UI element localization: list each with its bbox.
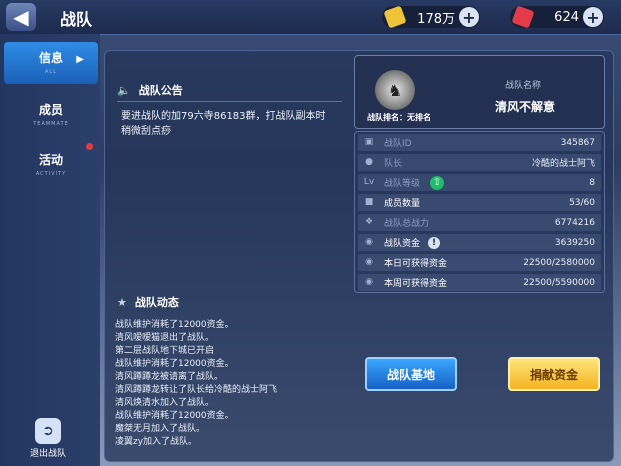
activity-entry: 第二层战队地下城已开启 (115, 346, 215, 356)
team-rank: 战队排名：无排名 (367, 113, 431, 122)
tab-activity-label: 活动 (38, 153, 63, 167)
stat-row-power: ❖ 战队总战力 6774216 (358, 214, 601, 231)
stat-label: 战队资金 (384, 239, 421, 249)
speaker-icon: 🔈 (117, 83, 131, 97)
main-panel: 🔈 战队公告 要进战队的加79六寺86183群，打战队副本时稍微刮点痧 ★ 战队… (104, 50, 614, 462)
chevron-right-icon: ▶ (76, 54, 84, 65)
gem-resource: 624 + (510, 5, 604, 29)
stat-value: 22500/2580000 (523, 257, 595, 268)
back-arrow-icon: ◀ (13, 5, 29, 29)
tab-members[interactable]: 成员 TEAMMATE (4, 94, 98, 136)
stat-label: 战队ID (384, 139, 412, 149)
stat-label: 成员数量 (384, 199, 421, 209)
stat-value: 8 (589, 177, 595, 188)
stat-label: 队长 (384, 159, 403, 169)
level-up-button[interactable]: ⇧ (430, 175, 445, 190)
donate-funds-button[interactable]: 捐献资金 (508, 357, 600, 391)
stat-label: 战队总战力 (384, 219, 430, 229)
tab-activity[interactable]: 活动 ACTIVITY (4, 144, 98, 186)
team-name: 清风不解意 (494, 100, 555, 114)
coins-icon: ◉ (365, 236, 373, 247)
person-icon: ● (365, 156, 373, 167)
stat-label: 本日可获得资金 (384, 259, 448, 269)
funds-info-icon[interactable]: ! (428, 236, 441, 249)
power-icon: ❖ (364, 216, 374, 227)
stat-value: 53/60 (569, 197, 595, 208)
stat-row-leader: ● 队长 冷酷的战士阿飞 (358, 154, 601, 171)
activity-entry: 魔桀无月加入了战队。 (115, 424, 206, 434)
coins-icon: ◉ (365, 276, 373, 287)
stat-label: 战队等级 (384, 179, 421, 189)
announcement-header: 🔈 战队公告 (117, 82, 183, 98)
tab-members-label: 成员 (38, 103, 63, 117)
activity-entry: 清风嗳嗳猫退出了战队。 (115, 333, 215, 343)
team-base-button[interactable]: 战队基地 (365, 357, 457, 391)
stat-value: 冷酷的战士阿飞 (531, 159, 595, 169)
stat-row-funds: ◉ 战队资金 ! 3639250 (358, 234, 601, 251)
team-emblem-icon: ♞ (375, 70, 415, 110)
gold-resource: 178万 + (382, 5, 480, 29)
activity-entry: 战队维护消耗了12000资金。 (115, 320, 234, 330)
activity-log: 战队维护消耗了12000资金。 清风嗳嗳猫退出了战队。 第二层战队地下城已开启 … (115, 319, 335, 449)
activity-entry: 战队维护消耗了12000资金。 (115, 411, 234, 421)
stat-value: 6774216 (554, 217, 595, 228)
announcement-divider (117, 101, 342, 102)
gold-amount: 178万 (417, 11, 455, 27)
announcement-title: 战队公告 (138, 84, 183, 97)
id-card-icon: ▣ (364, 136, 374, 147)
star-icon: ★ (117, 295, 127, 309)
exit-team-label: 退出战队 (29, 449, 66, 459)
activity-title: 战队动态 (134, 296, 179, 309)
activity-entry: 清风蹲蹲龙转让了队长给冷酷的战士阿飞 (115, 385, 278, 395)
tab-info-sub: ALL (45, 69, 57, 75)
stat-value: 345867 (560, 137, 595, 148)
activity-entry: 战队维护消耗了12000资金。 (115, 359, 234, 369)
exit-team-button[interactable]: ➲ 退出战队 (22, 418, 74, 459)
stat-value: 3639250 (554, 237, 595, 248)
top-bar: ◀ 战队 178万 + 624 + (0, 0, 621, 35)
team-stats: ▣ 战队ID 345867 ● 队长 冷酷的战士阿飞 Lv 战队等级 ⇧ 8 ■… (354, 131, 605, 293)
stat-row-members: ■ 成员数量 53/60 (358, 194, 601, 211)
back-button[interactable]: ◀ (6, 3, 36, 31)
activity-entry: 清风蹲蹲龙被请离了战队。 (115, 372, 224, 382)
stat-label: 本周可获得资金 (384, 279, 448, 289)
activity-entry: 凌翼zy加入了战队。 (115, 437, 198, 447)
stat-value: 22500/5590000 (523, 277, 595, 288)
team-card: ♞ 战队排名：无排名 战队名称 清风不解意 (354, 55, 605, 129)
activity-header: ★ 战队动态 (117, 294, 179, 310)
coins-icon: ◉ (365, 256, 373, 267)
gem-amount: 624 (554, 9, 579, 25)
tab-info[interactable]: 信息 ALL ▶ (4, 42, 98, 84)
announcement-text: 要进战队的加79六寺86183群，打战队副本时稍微刮点痧 (121, 111, 326, 137)
activity-entry: 清风焕清水加入了战队。 (115, 398, 215, 408)
notification-dot (86, 143, 93, 150)
sidebar: 信息 ALL ▶ 成员 TEAMMATE 活动 ACTIVITY (0, 34, 100, 466)
exit-icon: ➲ (35, 418, 61, 444)
stat-row-id: ▣ 战队ID 345867 (358, 134, 601, 151)
stat-row-daily-funds: ◉ 本日可获得资金 22500/2580000 (358, 254, 601, 271)
stat-row-weekly-funds: ◉ 本周可获得资金 22500/5590000 (358, 274, 601, 291)
add-gem-button[interactable]: + (583, 7, 603, 27)
members-icon: ■ (364, 196, 374, 207)
stat-row-level: Lv 战队等级 ⇧ 8 (358, 174, 601, 191)
tab-members-sub: TEAMMATE (33, 121, 69, 127)
level-icon: Lv (363, 176, 375, 187)
tab-activity-sub: ACTIVITY (35, 171, 67, 177)
team-name-label: 战队名称 (505, 81, 542, 91)
page-title: 战队 (60, 10, 93, 29)
add-gold-button[interactable]: + (459, 7, 479, 27)
